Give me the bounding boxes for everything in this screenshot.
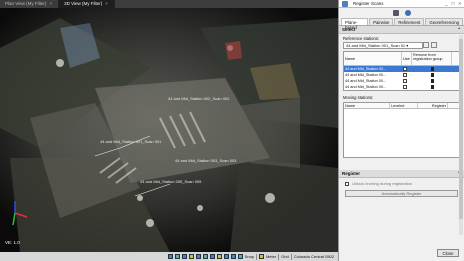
col-use[interactable]: Use bbox=[402, 52, 412, 65]
row-name: 44 and Mid_Station 00... bbox=[345, 79, 387, 83]
moving-stations-label: Moving stations: bbox=[343, 95, 374, 100]
grid-view-icon[interactable] bbox=[223, 254, 229, 259]
select-section-header[interactable]: Select ⌃ bbox=[339, 26, 464, 34]
tab-3d-view-label: 3D View (My Filter) bbox=[64, 1, 103, 6]
row-name: 44 and Mid_Station 00... bbox=[345, 67, 387, 71]
col-remove[interactable]: Remove from registration group bbox=[412, 52, 452, 65]
panel-title-bar: Register Scans _ □ × bbox=[339, 0, 464, 8]
snap-icon[interactable] bbox=[237, 254, 243, 259]
tab-refinement[interactable]: Refinement bbox=[394, 18, 425, 25]
tab-3d-view[interactable]: 3D View (My Filter) × bbox=[59, 0, 115, 8]
unlock-leveling-label: Unlock leveling during registration bbox=[352, 181, 413, 186]
reference-station-value: 44 and Mid_Station 001_Scan 01 ▾ bbox=[346, 43, 409, 48]
register-scans-panel: Register Scans _ □ × Plane-based Pairwis… bbox=[338, 0, 464, 261]
settings-icon[interactable] bbox=[230, 254, 236, 259]
register-section-header[interactable]: Register ⌃ bbox=[339, 170, 464, 178]
chevron-up-icon[interactable]: ⌃ bbox=[457, 27, 461, 33]
scan-label-4[interactable]: 44 and Mid_Station 005_Scan 005 bbox=[140, 179, 201, 184]
minimize-icon[interactable]: _ bbox=[445, 1, 448, 6]
tab-plane-based[interactable]: Plane-based bbox=[341, 18, 369, 30]
reference-stations-label: Reference stations: bbox=[343, 36, 380, 41]
scan-label-3[interactable]: 44 and Mid_Station 003_Scan 003 bbox=[175, 158, 236, 163]
point-cloud-render bbox=[0, 8, 338, 252]
vertical-exaggeration-label: VE: 1.0 bbox=[5, 240, 20, 245]
auto-register-button[interactable]: Automatically Register bbox=[345, 190, 458, 197]
tab-plan-view-label: Plan View (My Filter) bbox=[5, 1, 47, 6]
use-checkbox[interactable] bbox=[403, 66, 407, 71]
units-icon bbox=[258, 254, 264, 259]
tab-georeferencing[interactable]: Georeferencing bbox=[425, 18, 463, 25]
units-label[interactable]: Meter bbox=[266, 254, 276, 259]
view-tabs: Plan View (My Filter) × 3D View (My Filte… bbox=[0, 0, 338, 8]
select-icon[interactable] bbox=[181, 254, 187, 259]
globe-icon[interactable] bbox=[404, 10, 411, 16]
snap-toggle[interactable]: Snap bbox=[245, 254, 254, 259]
select-section-title: Select bbox=[342, 27, 356, 32]
unlock-leveling-option[interactable]: Unlock leveling during registration bbox=[339, 178, 464, 189]
trash-icon[interactable] bbox=[430, 78, 434, 83]
close-icon[interactable]: × bbox=[458, 1, 461, 6]
pan-icon[interactable] bbox=[209, 254, 215, 259]
col-register[interactable]: Register bbox=[418, 103, 448, 108]
use-checkbox[interactable] bbox=[403, 78, 407, 83]
app-logo-icon bbox=[342, 1, 348, 7]
row-name: 44 and Mid_Station 00... bbox=[345, 73, 387, 77]
measure-icon[interactable] bbox=[188, 254, 194, 259]
row-name: 44 and Mid_Station 00... bbox=[345, 85, 387, 89]
tab-pairwise[interactable]: Pairwise bbox=[369, 18, 394, 25]
col-leveled[interactable]: Leveled bbox=[390, 103, 418, 108]
register-section-title: Register bbox=[342, 171, 361, 176]
panel-title: Register Scans bbox=[353, 1, 384, 6]
scrollbar-thumb[interactable] bbox=[459, 39, 463, 219]
use-checkbox[interactable] bbox=[403, 72, 407, 77]
orbit-icon[interactable] bbox=[195, 254, 201, 259]
panel-toolbar bbox=[339, 8, 464, 18]
coord-system-label[interactable]: Colorado Central 0502 bbox=[294, 254, 334, 259]
pick-station-icon[interactable] bbox=[431, 42, 437, 48]
add-station-icon[interactable] bbox=[423, 42, 429, 48]
scan-label-1[interactable]: 44 and Mid_Station 001_Scan 001 bbox=[100, 139, 161, 144]
reference-station-dropdown[interactable]: 44 and Mid_Station 001_Scan 01 ▾ bbox=[343, 42, 423, 49]
use-checkbox[interactable] bbox=[403, 84, 407, 89]
close-icon[interactable]: × bbox=[49, 1, 52, 6]
moving-stations-list[interactable] bbox=[344, 109, 459, 157]
layers-icon[interactable] bbox=[174, 254, 180, 259]
col-name[interactable]: Name bbox=[344, 103, 390, 108]
moving-stations-table: Name Leveled Register bbox=[343, 102, 460, 158]
close-button[interactable]: Close bbox=[437, 249, 459, 257]
zoom-icon[interactable] bbox=[202, 254, 208, 259]
close-icon[interactable]: × bbox=[105, 1, 108, 6]
table-row[interactable]: 44 and Mid_Station 00... bbox=[344, 84, 459, 90]
trash-icon[interactable] bbox=[430, 66, 434, 71]
panel-tabs: Plane-based Pairwise Refinement Georefer… bbox=[339, 18, 464, 30]
filter-icon[interactable] bbox=[216, 254, 222, 259]
panel-scrollbar[interactable] bbox=[459, 35, 463, 235]
grid-tool-icon[interactable] bbox=[392, 10, 399, 16]
divider bbox=[278, 253, 280, 260]
tab-plan-view[interactable]: Plan View (My Filter) × bbox=[0, 0, 60, 8]
scan-label-2[interactable]: 44 and Mid_Station 002_Scan 002 bbox=[168, 96, 229, 101]
point-cloud-viewport[interactable]: 44 and Mid_Station 001_Scan 001 44 and M… bbox=[0, 8, 338, 252]
divider bbox=[255, 253, 257, 260]
grid-label[interactable]: Grid bbox=[281, 254, 289, 259]
trash-icon[interactable] bbox=[430, 84, 434, 89]
unlock-leveling-checkbox[interactable] bbox=[345, 181, 349, 186]
reference-stations-table: Name Use Remove from registration group … bbox=[343, 51, 460, 91]
status-bar: Snap Meter Grid Colorado Central 0502 bbox=[0, 252, 338, 261]
col-name[interactable]: Name bbox=[344, 52, 402, 65]
view-icon[interactable] bbox=[167, 254, 173, 259]
divider bbox=[290, 253, 292, 260]
trash-icon[interactable] bbox=[430, 72, 434, 77]
maximize-icon[interactable]: □ bbox=[452, 1, 455, 6]
